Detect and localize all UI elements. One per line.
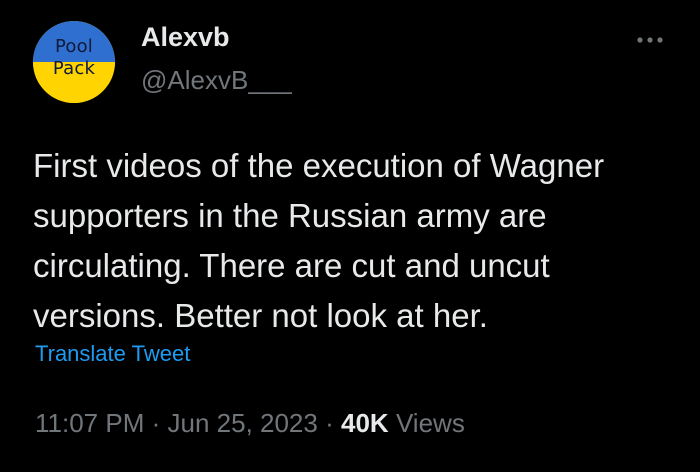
views-count[interactable]: 40K: [341, 408, 389, 438]
avatar-text-line2: Pack: [52, 58, 96, 79]
tweet-time[interactable]: 11:07 PM: [35, 408, 144, 438]
avatar-text-line1: Pool: [54, 36, 94, 57]
meta-separator: ·: [325, 408, 334, 438]
tweet-meta: 11:07 PM · Jun 25, 2023 · 40K Views: [35, 408, 465, 439]
translate-tweet-link[interactable]: Translate Tweet: [35, 341, 190, 367]
tweet-date[interactable]: Jun 25, 2023: [168, 408, 318, 438]
tweet-text: First videos of the execution of Wagner …: [33, 147, 605, 334]
more-options-button[interactable]: [630, 22, 670, 58]
more-horizontal-icon: [637, 37, 663, 43]
author-handle[interactable]: @AlexvB___: [141, 65, 292, 96]
avatar[interactable]: Pool Pack: [33, 21, 115, 103]
author-display-name[interactable]: Alexvb: [141, 22, 230, 53]
avatar-logo-text: Pool Pack: [33, 36, 115, 80]
meta-separator: ·: [151, 408, 161, 438]
tweet-card: Pool Pack Alexvb @AlexvB___ First videos…: [0, 0, 700, 472]
views-label[interactable]: Views: [396, 408, 465, 438]
